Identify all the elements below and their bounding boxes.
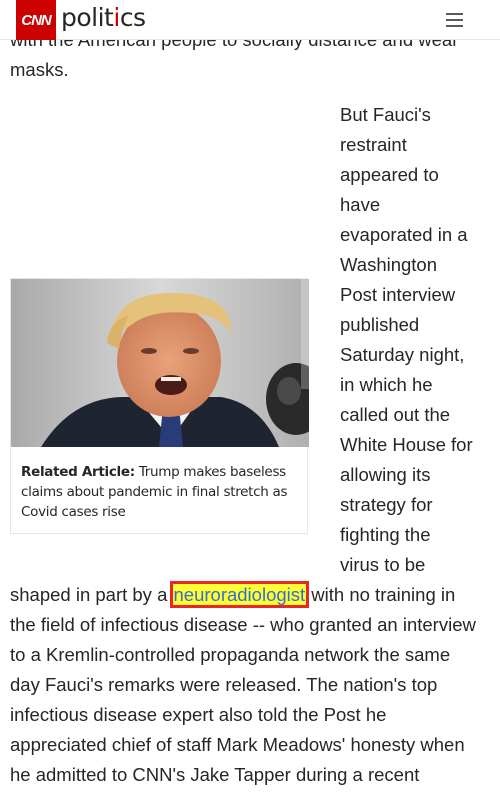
- paragraph-2-full: shaped in part by a neuroradiologist wit…: [10, 580, 476, 790]
- paragraph-line: appreciated chief of staff Mark Meadows'…: [10, 734, 465, 755]
- related-article-caption[interactable]: Related Article: Trump makes baseless cl…: [21, 462, 303, 522]
- section-logo-politics[interactable]: politics: [61, 1, 146, 35]
- paragraph-line: allowing its: [340, 464, 431, 485]
- paragraph-line: have: [340, 194, 381, 215]
- hamburger-menu-icon[interactable]: [444, 10, 466, 30]
- paragraph-line: virus to be: [340, 554, 426, 575]
- paragraph-line-with-link: shaped in part by a neuroradiologist wit…: [10, 580, 476, 610]
- paragraph-line: he admitted to CNN's Jake Tapper during …: [10, 764, 420, 785]
- paragraph-line: to a Kremlin-controlled propaganda netwo…: [10, 644, 451, 665]
- related-article-image[interactable]: [11, 279, 309, 447]
- paragraph-line: the field of infectious disease -- who g…: [10, 614, 476, 635]
- paragraph-line: appeared to: [340, 164, 439, 185]
- paragraph-line: Post interview: [340, 284, 456, 305]
- paragraph-line: in which he: [340, 374, 433, 395]
- text-after-link: with no training in: [306, 584, 456, 605]
- paragraph-line: called out the: [340, 404, 451, 425]
- related-article-card[interactable]: Related Article: Trump makes baseless cl…: [10, 278, 309, 534]
- related-article-label: Related Article:: [21, 464, 135, 480]
- section-name-end: cs: [119, 3, 146, 32]
- site-header: CNN politics: [0, 0, 500, 40]
- paragraph-line: published: [340, 314, 420, 335]
- paragraph-line: Washington: [340, 254, 438, 275]
- paragraph-2-wrapped: But Fauci's restraint appeared to have e…: [340, 100, 480, 580]
- cnn-logo[interactable]: CNN: [16, 0, 56, 40]
- paragraph-line: White House for: [340, 434, 473, 455]
- paragraph-line: masks.: [10, 59, 69, 80]
- paragraph-line: Saturday night,: [340, 344, 465, 365]
- paragraph-line: fighting the: [340, 524, 431, 545]
- paragraph-line: strategy for: [340, 494, 433, 515]
- paragraph-line: restraint: [340, 134, 407, 155]
- menu-bar: [446, 25, 463, 27]
- menu-bar: [446, 13, 463, 15]
- paragraph-line: evaporated in a: [340, 224, 468, 245]
- paragraph-line: But Fauci's: [340, 104, 431, 125]
- menu-bar: [446, 19, 463, 21]
- paragraph-line: infectious disease expert also told the …: [10, 704, 387, 725]
- section-name-start: polit: [61, 3, 114, 32]
- neuroradiologist-link[interactable]: neuroradiologist: [169, 581, 310, 608]
- text-before-link: shaped in part by a: [10, 584, 173, 605]
- trump-photo-illustration: [11, 279, 309, 447]
- paragraph-line: day Fauci's remarks were released. The n…: [10, 674, 438, 695]
